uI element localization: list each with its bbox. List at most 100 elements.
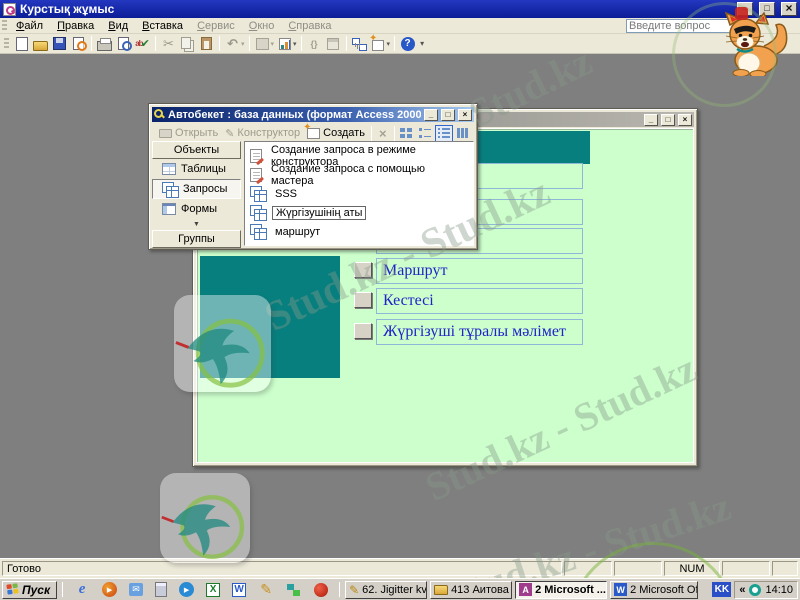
form-row-button[interactable]: [354, 262, 372, 278]
small-icons-view-button[interactable]: [416, 125, 434, 142]
form-row-button[interactable]: [354, 292, 372, 308]
print-preview-icon[interactable]: [118, 37, 132, 51]
list-view-button[interactable]: [435, 124, 454, 142]
pen-icon[interactable]: ✎: [258, 581, 274, 598]
menu-insert[interactable]: Вставка: [135, 19, 190, 33]
screen: Курстық жұмыс Файл Правка Вид Вставка Се…: [0, 0, 800, 600]
analyze-icon[interactable]: [278, 37, 291, 50]
quick-launch: e ▶ ✉ ▶ X W ✎: [68, 581, 334, 598]
objects-header-button[interactable]: Объекты: [152, 141, 241, 159]
cut-icon[interactable]: [160, 35, 177, 52]
new-icon[interactable]: [15, 36, 28, 51]
spelling-icon[interactable]: [134, 35, 151, 52]
toolbar-separator: [370, 125, 372, 141]
list-item[interactable]: Создание запроса с помощью мастера: [247, 163, 471, 187]
new-object-icon[interactable]: [369, 33, 385, 51]
menu-tools[interactable]: Сервис: [190, 19, 242, 33]
tray-collapse-button[interactable]: «: [739, 584, 745, 596]
db-maximize-button[interactable]: □: [441, 108, 455, 121]
design-button[interactable]: Конструктор: [222, 124, 303, 142]
query-list: Создание запроса в режиме конструктора С…: [244, 141, 474, 246]
new-query-design-icon: [250, 148, 262, 163]
network-icon[interactable]: [286, 582, 302, 598]
save-icon[interactable]: [53, 37, 66, 50]
form-row-button[interactable]: [354, 323, 372, 339]
menu-window[interactable]: Окно: [242, 19, 282, 33]
help-icon[interactable]: [399, 35, 416, 52]
menubar-grip[interactable]: [2, 19, 7, 32]
form-maximize-button[interactable]: □: [661, 113, 675, 126]
large-icons-view-button[interactable]: [398, 125, 416, 142]
chevron-down-icon[interactable]: ▾: [293, 40, 297, 48]
print-icon[interactable]: [97, 38, 112, 51]
taskbar-button[interactable]: 413 Аитова А_...: [430, 580, 513, 599]
status-panel: [722, 561, 770, 576]
form-minimize-button[interactable]: _: [644, 113, 658, 126]
language-indicator[interactable]: KK: [712, 582, 732, 597]
file-search-icon[interactable]: [73, 37, 87, 51]
list-item-selected[interactable]: Жүргізушінің аты: [247, 203, 471, 222]
sidebar-item-queries[interactable]: Запросы: [152, 179, 241, 199]
toolbar-grip[interactable]: [4, 37, 9, 50]
taskbar: Пуск e ▶ ✉ ▶ X W ✎ 62. Jigitter kv -... …: [0, 578, 800, 600]
menu-edit[interactable]: Правка: [50, 19, 101, 33]
app-titlebar: Курстық жұмыс: [0, 0, 800, 18]
office-assistant-cat[interactable]: [704, 12, 796, 76]
taskbar-button[interactable]: W 2 Microsoft Of... ▾: [610, 580, 699, 599]
delete-button[interactable]: ×: [375, 126, 391, 141]
code-icon[interactable]: [306, 35, 323, 52]
form-row-label: Кестесі: [376, 288, 583, 314]
chevron-down-icon[interactable]: ▾: [271, 40, 275, 48]
more-objects-chevron-icon[interactable]: ▼: [152, 219, 241, 230]
chevron-down-icon[interactable]: ▾: [241, 40, 245, 48]
list-item[interactable]: SSS: [247, 184, 471, 203]
chevron-down-icon[interactable]: ▾: [387, 40, 391, 48]
menu-help[interactable]: Справка: [281, 19, 338, 33]
ie-icon[interactable]: e: [74, 581, 90, 598]
taskbar-button[interactable]: 62. Jigitter kv -...: [345, 580, 428, 599]
calculator-icon[interactable]: [155, 582, 168, 597]
form-close-button[interactable]: ×: [678, 113, 692, 126]
tray-app-icon[interactable]: [749, 583, 762, 596]
db-close-button[interactable]: ×: [458, 108, 472, 121]
undo-icon[interactable]: [224, 35, 241, 52]
office-links-icon[interactable]: [255, 37, 269, 50]
design-icon: [225, 127, 234, 140]
open-object-button[interactable]: Открыть: [156, 124, 221, 142]
list-item[interactable]: маршрут: [247, 222, 471, 241]
paste-icon[interactable]: [201, 37, 212, 50]
properties-icon[interactable]: [327, 37, 340, 50]
word-icon: W: [614, 583, 628, 596]
toolbar-options-icon[interactable]: ▾: [420, 39, 424, 48]
word-icon[interactable]: W: [232, 582, 247, 597]
db-minimize-button[interactable]: _: [424, 108, 438, 121]
excel-icon[interactable]: X: [206, 582, 221, 597]
sidebar-item-tables[interactable]: Таблицы: [152, 159, 241, 179]
start-button[interactable]: Пуск: [2, 580, 58, 599]
menu-view[interactable]: Вид: [101, 19, 135, 33]
query-icon: [250, 186, 267, 202]
menu-file[interactable]: Файл: [9, 19, 50, 33]
query-icon: [250, 205, 267, 221]
toolbar-separator: [300, 36, 302, 51]
details-view-button[interactable]: [454, 125, 472, 142]
toolbar-separator: [394, 36, 396, 51]
toolbar-separator: [155, 36, 156, 51]
open-icon[interactable]: [33, 40, 48, 51]
app-title: Курстық жұмыс: [20, 2, 115, 16]
browser-icon[interactable]: [314, 582, 329, 597]
copy-icon[interactable]: [180, 36, 191, 49]
new-query-wizard-icon: [250, 167, 262, 182]
relationships-icon[interactable]: [352, 37, 366, 50]
groups-header-button[interactable]: Группы: [152, 230, 241, 248]
access-app-icon: [3, 2, 16, 16]
create-button[interactable]: Создать: [303, 122, 368, 142]
outlook-icon[interactable]: ✉: [129, 583, 144, 596]
taskbar-button-active[interactable]: A 2 Microsoft ... ▾: [515, 580, 608, 599]
database-window-titlebar[interactable]: Автобекет : база данных (формат Access 2…: [152, 107, 474, 122]
player-icon[interactable]: ▶: [179, 582, 195, 597]
media-player-icon[interactable]: ▶: [102, 582, 118, 597]
sidebar-item-forms[interactable]: Формы: [152, 199, 241, 219]
toolbar-separator: [393, 125, 395, 141]
status-message: Готово: [2, 561, 562, 576]
